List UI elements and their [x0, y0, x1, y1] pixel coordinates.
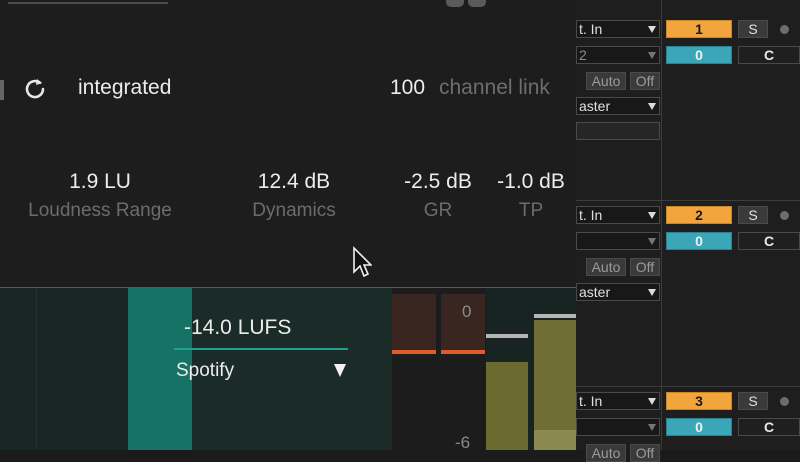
- track-activator-button[interactable]: 1: [666, 20, 732, 38]
- channel-link-label: channel link: [439, 76, 550, 99]
- track-activator-button[interactable]: 2: [666, 206, 732, 224]
- monitor-off-button[interactable]: Off: [630, 258, 660, 276]
- top-icons: [446, 0, 506, 7]
- pan-control[interactable]: C: [738, 232, 800, 250]
- measurement-mode[interactable]: integrated: [78, 76, 171, 100]
- dropdown-arrow-icon: [648, 103, 656, 110]
- input-type-select[interactable]: t. In: [576, 206, 660, 224]
- stat-value: 1.9 LU: [69, 170, 131, 193]
- target-loudness-value[interactable]: -14.0 LUFS: [184, 316, 291, 340]
- monitor-auto-button[interactable]: Auto: [586, 444, 626, 462]
- monitor-auto-button[interactable]: Auto: [586, 72, 626, 90]
- strip-separator: [576, 386, 800, 387]
- solo-button[interactable]: S: [738, 206, 768, 224]
- target-preset[interactable]: Spotify: [176, 360, 234, 382]
- record-arm-icon[interactable]: [780, 211, 789, 220]
- level-bar-right-lower: [534, 430, 576, 450]
- input-type-label: t. In: [579, 207, 603, 223]
- mixer-strip-2: t. In Auto Off aster 2 S 0 C: [576, 186, 800, 376]
- input-type-label: t. In: [579, 21, 603, 37]
- loudness-plugin-panel: integrated 100 channel link 1.9 LU Loudn…: [0, 0, 576, 450]
- top-divider: [8, 2, 168, 4]
- peak-hold-left: [486, 334, 528, 338]
- input-channel-label: 2: [579, 47, 587, 63]
- pan-control[interactable]: C: [738, 46, 800, 64]
- monitor-off-button[interactable]: Off: [630, 444, 660, 462]
- gr-bar-left: [392, 294, 436, 350]
- target-selector[interactable]: -14.0 LUFS Spotify: [174, 316, 350, 381]
- record-arm-icon[interactable]: [780, 397, 789, 406]
- gr-marker-right: [441, 350, 485, 354]
- stat-value: 12.4 dB: [257, 170, 331, 193]
- mixer-strip-1: t. In 2 Auto Off aster 1 S 0 C: [576, 0, 800, 190]
- input-type-select[interactable]: t. In: [576, 392, 660, 410]
- send-value[interactable]: 0: [666, 418, 732, 436]
- gr-marker-left: [392, 350, 436, 354]
- stat-gr: -2.5 dB GR: [392, 170, 484, 222]
- output-label: aster: [579, 98, 611, 114]
- scale-minus6: -6: [455, 433, 471, 450]
- target-underline: [174, 348, 348, 350]
- level-bar-left: [486, 362, 528, 450]
- scale-zero: 0: [462, 302, 472, 321]
- input-type-label: t. In: [579, 393, 603, 409]
- output-select[interactable]: aster: [576, 97, 660, 115]
- channel-link-value[interactable]: 100: [390, 76, 425, 100]
- mouse-cursor-icon: [353, 246, 372, 278]
- dropdown-arrow-icon: [648, 26, 656, 33]
- mode-row: integrated 100 channel link: [0, 66, 576, 112]
- dropdown-arrow-icon: [648, 238, 656, 245]
- dropdown-arrow-icon[interactable]: [334, 364, 346, 377]
- send-value[interactable]: 0: [666, 46, 732, 64]
- stat-label: Loudness Range: [28, 200, 172, 221]
- dropdown-arrow-icon: [648, 424, 656, 431]
- output-label: aster: [579, 284, 611, 300]
- pan-control[interactable]: C: [738, 418, 800, 436]
- window-icon[interactable]: [446, 0, 464, 7]
- input-channel-select[interactable]: [576, 232, 660, 250]
- loudness-meter: -14.0 LUFS Spotify 0 -6: [0, 288, 576, 450]
- stats-row: 1.9 LU Loudness Range 12.4 dB Dynamics -…: [0, 170, 576, 230]
- dropdown-arrow-icon: [648, 52, 656, 59]
- stat-value: -2.5 dB: [404, 170, 472, 193]
- dropdown-arrow-icon: [648, 398, 656, 405]
- stat-label: TP: [518, 200, 544, 221]
- stat-label: GR: [423, 200, 453, 221]
- monitor-off-button[interactable]: Off: [630, 72, 660, 90]
- stat-tp: -1.0 dB TP: [486, 170, 576, 222]
- output-select[interactable]: aster: [576, 283, 660, 301]
- record-arm-icon[interactable]: [780, 25, 789, 34]
- top-strip: [0, 0, 576, 8]
- send-value[interactable]: 0: [666, 232, 732, 250]
- mixer-strip-3: t. In Auto Off 3 S 0 C: [576, 372, 800, 462]
- input-channel-select[interactable]: [576, 418, 660, 436]
- stat-loudness-range: 1.9 LU Loudness Range: [20, 170, 180, 222]
- window-icon[interactable]: [468, 0, 486, 7]
- track-activator-button[interactable]: 3: [666, 392, 732, 410]
- grid-line: [36, 288, 37, 450]
- dropdown-arrow-icon: [648, 212, 656, 219]
- mixer-panel: t. In 2 Auto Off aster 1 S 0 C t. In Aut…: [576, 0, 800, 462]
- empty-slot: [576, 122, 660, 140]
- meter-background: [0, 288, 128, 450]
- dropdown-arrow-icon: [648, 289, 656, 296]
- solo-button[interactable]: S: [738, 392, 768, 410]
- marker-bar: [0, 80, 4, 100]
- input-type-select[interactable]: t. In: [576, 20, 660, 38]
- stat-dynamics: 12.4 dB Dynamics: [234, 170, 354, 222]
- stat-label: Dynamics: [252, 200, 336, 221]
- strip-separator: [576, 200, 800, 201]
- peak-hold-right: [534, 314, 576, 318]
- stat-value: -1.0 dB: [497, 170, 565, 193]
- solo-button[interactable]: S: [738, 20, 768, 38]
- monitor-auto-button[interactable]: Auto: [586, 258, 626, 276]
- reset-icon[interactable]: [22, 76, 48, 102]
- input-channel-select[interactable]: 2: [576, 46, 660, 64]
